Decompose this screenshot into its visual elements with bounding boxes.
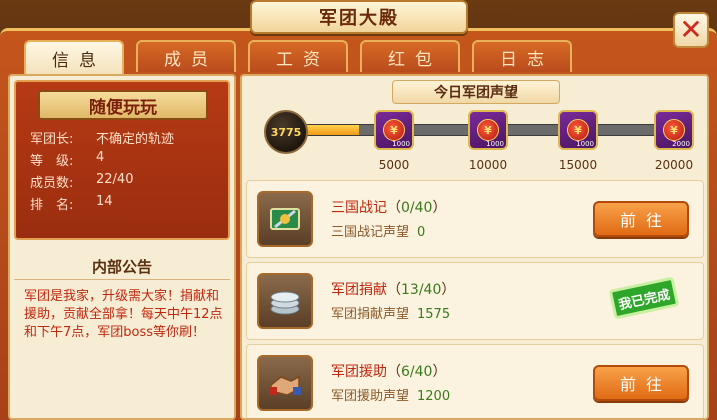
reward-coin-icon: ¥ bbox=[567, 119, 589, 141]
silver-coins-icon bbox=[257, 273, 313, 329]
milestone-label: 15000 bbox=[558, 158, 598, 172]
rank-value: 14 bbox=[96, 194, 113, 209]
task-title: 军团援助（6/40） bbox=[331, 364, 447, 380]
level-label: 等 级: bbox=[30, 154, 74, 169]
reward-coin-icon: ¥ bbox=[663, 119, 685, 141]
legion-info-box: 随便玩玩 军团长: 不确定的轨迹 等 级: 4 成员数: 22/40 排 名: … bbox=[14, 80, 230, 240]
tab-log[interactable]: 日志 bbox=[472, 40, 572, 72]
tab-red-packet[interactable]: 红包 bbox=[360, 40, 460, 72]
notice-text: 军团是我家，升级需大家！捐献和援助，贡献全部拿！每天中午12点和下午7点，军团b… bbox=[24, 289, 223, 340]
task-assistance: 军团援助（6/40） 军团援助声望 1200 前往 bbox=[246, 344, 704, 418]
reward-qty: 2000 bbox=[672, 140, 690, 148]
reward-qty: 1000 bbox=[486, 140, 504, 148]
reputation-current: 3775 bbox=[264, 110, 308, 154]
tab-members[interactable]: 成员 bbox=[136, 40, 236, 72]
close-button[interactable]: ✕ bbox=[673, 12, 709, 48]
level-row: 等 级: 4 bbox=[30, 150, 104, 170]
task-reputation: 军团援助声望 1200 bbox=[331, 389, 451, 404]
rank-label: 排 名: bbox=[30, 198, 74, 213]
reward-qty: 1000 bbox=[576, 140, 594, 148]
leader-label: 军团长: bbox=[30, 132, 74, 147]
war-chronicle-icon bbox=[257, 191, 313, 247]
reward-coin-icon: ¥ bbox=[477, 119, 499, 141]
go-button[interactable]: 前往 bbox=[593, 365, 689, 401]
reward-qty: 1000 bbox=[392, 140, 410, 148]
task-title: 军团捐献（13/40） bbox=[331, 282, 456, 298]
leader-value: 不确定的轨迹 bbox=[96, 132, 175, 147]
tab-bar: 信息 成员 工资 红包 日志 bbox=[24, 40, 584, 74]
leader-row: 军团长: 不确定的轨迹 bbox=[30, 128, 174, 148]
reward-chest-20000[interactable]: ¥ 2000 bbox=[654, 110, 694, 150]
milestone-label: 20000 bbox=[654, 158, 694, 172]
completed-stamp: 我已完成 bbox=[608, 276, 680, 320]
reward-coin-icon: ¥ bbox=[383, 119, 405, 141]
legion-name: 随便玩玩 bbox=[38, 90, 208, 120]
reward-chest-15000[interactable]: ¥ 1000 bbox=[558, 110, 598, 150]
reputation-title: 今日军团声望 bbox=[392, 80, 560, 104]
milestone-label: 5000 bbox=[378, 158, 410, 172]
close-icon: ✕ bbox=[679, 13, 703, 46]
members-row: 成员数: 22/40 bbox=[30, 172, 133, 192]
tab-info[interactable]: 信息 bbox=[24, 40, 124, 74]
legion-info-panel: 随便玩玩 军团长: 不确定的轨迹 等 级: 4 成员数: 22/40 排 名: … bbox=[8, 74, 236, 420]
handshake-icon bbox=[257, 355, 313, 411]
task-three-kingdoms: 三国战记（0/40） 三国战记声望 0 前往 bbox=[246, 180, 704, 258]
reward-chest-10000[interactable]: ¥ 1000 bbox=[468, 110, 508, 150]
task-title: 三国战记（0/40） bbox=[331, 200, 447, 216]
notice-title: 内部公告 bbox=[14, 254, 230, 280]
rank-row: 排 名: 14 bbox=[30, 194, 113, 214]
members-value: 22/40 bbox=[96, 172, 134, 187]
reputation-panel: 今日军团声望 3775 ¥ 1000 ¥ 1000 ¥ 1000 ¥ 2000 … bbox=[240, 74, 709, 420]
task-reputation: 三国战记声望 0 bbox=[331, 225, 426, 240]
go-button[interactable]: 前往 bbox=[593, 201, 689, 237]
window-title: 军团大殿 bbox=[250, 0, 468, 34]
task-donation: 军团捐献（13/40） 军团捐献声望 1575 我已完成 bbox=[246, 262, 704, 340]
level-value: 4 bbox=[96, 150, 105, 165]
task-reputation: 军团捐献声望 1575 bbox=[331, 307, 451, 322]
tab-salary[interactable]: 工资 bbox=[248, 40, 348, 72]
reward-chest-5000[interactable]: ¥ 1000 bbox=[374, 110, 414, 150]
milestone-label: 10000 bbox=[468, 158, 508, 172]
members-label: 成员数: bbox=[30, 176, 74, 191]
